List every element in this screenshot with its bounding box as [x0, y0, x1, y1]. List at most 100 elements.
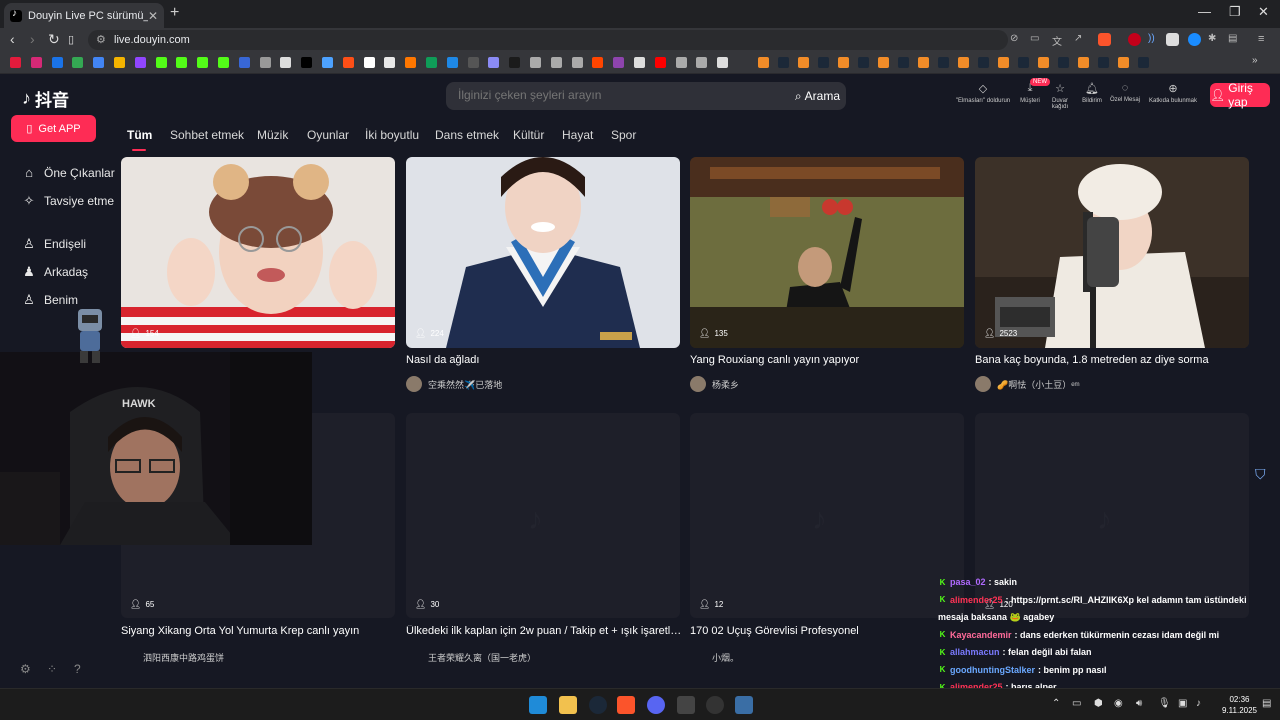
volume-icon[interactable]: 🔊︎: [1136, 698, 1142, 709]
bookmark-favicon-icon[interactable]: [878, 57, 889, 68]
tab-anime[interactable]: İki boyutlu: [365, 128, 419, 142]
bookmark-favicon-icon[interactable]: [1098, 57, 1109, 68]
bookmark-favicon-icon[interactable]: [758, 57, 769, 68]
bookmark-favicon-icon[interactable]: [30, 57, 42, 68]
bookmark-favicon-icon[interactable]: [613, 57, 625, 68]
bookmark-favicon-icon[interactable]: [1078, 57, 1089, 68]
bookmark-favicon-icon[interactable]: [798, 57, 809, 68]
app-icon[interactable]: [735, 696, 753, 714]
douyin-logo[interactable]: ♪ 抖音: [22, 86, 69, 111]
stream-title[interactable]: Yang Rouxiang canlı yayın yapıyor: [690, 354, 966, 366]
bookmark-favicon-icon[interactable]: [717, 57, 729, 68]
mic-icon[interactable]: 🎙︎: [1158, 698, 1171, 709]
bookmark-favicon-icon[interactable]: [696, 57, 708, 68]
bookmark-favicon-icon[interactable]: [818, 57, 829, 68]
tray-overflow-icon[interactable]: ⌃: [1052, 698, 1060, 709]
bookmark-favicon-icon[interactable]: [426, 57, 437, 68]
stream-host[interactable]: 泗阳西康中路鸡蛋饼: [121, 649, 224, 665]
stream-card-thumbnail[interactable]: [690, 157, 964, 348]
file-explorer-icon[interactable]: [559, 696, 577, 714]
brave-shield-icon[interactable]: [1098, 33, 1111, 46]
bookmark-favicon-icon[interactable]: [446, 57, 458, 68]
bookmark-favicon-icon[interactable]: [280, 57, 292, 68]
bookmark-favicon-icon[interactable]: [1118, 57, 1129, 68]
steam-icon[interactable]: [589, 696, 607, 714]
bookmark-favicon-icon[interactable]: [134, 57, 146, 68]
bookmark-favicon-icon[interactable]: [363, 57, 375, 68]
help-icon[interactable]: ?: [74, 662, 81, 676]
speaker-icon[interactable]: ♪: [1196, 698, 1201, 709]
new-tab-button[interactable]: +: [170, 4, 179, 22]
stream-card-thumbnail[interactable]: [975, 157, 1249, 348]
tab-all[interactable]: Tüm: [127, 128, 152, 142]
bookmark-icon[interactable]: ▯: [68, 33, 74, 46]
tab-sports[interactable]: Spor: [611, 128, 636, 142]
bookmark-favicon-icon[interactable]: [384, 57, 396, 68]
bookmark-favicon-icon[interactable]: [1138, 57, 1149, 68]
bookmark-favicon-icon[interactable]: [918, 57, 929, 68]
login-button[interactable]: 👤︎ Giriş yap: [1210, 81, 1270, 109]
stream-card-placeholder[interactable]: ♪: [690, 413, 964, 618]
stream-card-placeholder[interactable]: ♪: [406, 413, 680, 618]
bookmark-favicon-icon[interactable]: [675, 57, 687, 68]
get-app-button[interactable]: ▯ Get APP: [11, 115, 96, 142]
stream-card-thumbnail[interactable]: [121, 157, 395, 348]
bookmark-favicon-icon[interactable]: [342, 57, 354, 68]
search-button[interactable]: ⌕ Arama: [793, 86, 842, 106]
bookmark-favicon-icon[interactable]: [978, 57, 989, 68]
bookmark-favicon-icon[interactable]: [998, 57, 1009, 68]
stream-title[interactable]: Nasıl da ağladı: [406, 354, 682, 366]
bookmark-favicon-icon[interactable]: [155, 57, 167, 68]
bookmark-favicon-icon[interactable]: [778, 57, 789, 68]
bookmark-favicon-icon[interactable]: [218, 57, 229, 68]
maximize-button[interactable]: ❐: [1229, 4, 1241, 20]
bookmark-favicon-icon[interactable]: [898, 57, 909, 68]
stream-title[interactable]: Bana kaç boyunda, 1.8 metreden az diye s…: [975, 354, 1251, 366]
apps-icon[interactable]: ⁘: [47, 662, 57, 676]
stream-host[interactable]: 🥜啊怯（小土豆）ᵉᵐ: [975, 376, 1080, 392]
browser-tab[interactable]: Douyin Live PC sürümü_Douyin ✕: [4, 3, 164, 28]
bookmark-favicon-icon[interactable]: [10, 57, 21, 68]
tab-chat[interactable]: Sohbet etmek: [170, 128, 244, 142]
tab-life[interactable]: Hayat: [562, 128, 593, 142]
taskbar-clock[interactable]: 02:36 9.11.2025: [1222, 694, 1257, 716]
search-input[interactable]: [458, 88, 778, 102]
share-icon[interactable]: ↗: [1074, 33, 1087, 46]
more-bookmarks-icon[interactable]: »: [1252, 55, 1263, 66]
sidebar-item-friends[interactable]: ♟ Arkadaş: [22, 264, 88, 280]
battery-icon[interactable]: ▭: [1072, 698, 1081, 709]
steam-tray-icon[interactable]: ◉: [1114, 698, 1123, 709]
tray-app-icon[interactable]: ⬢: [1094, 698, 1103, 709]
network-icon[interactable]: ▣: [1178, 698, 1187, 709]
bookmark-favicon-icon[interactable]: [301, 57, 313, 68]
bookmark-favicon-icon[interactable]: [405, 57, 417, 68]
discord-icon[interactable]: [647, 696, 665, 714]
bookmark-favicon-icon[interactable]: [571, 57, 583, 68]
window-close-button[interactable]: ✕: [1258, 4, 1269, 20]
site-info-icon[interactable]: ⚙: [96, 33, 106, 46]
bookmark-favicon-icon[interactable]: [592, 57, 604, 68]
bookmark-favicon-icon[interactable]: [322, 57, 333, 68]
start-button-icon[interactable]: [529, 696, 547, 714]
sidebar-item-featured[interactable]: ⌂ Öne Çıkanlar: [22, 165, 115, 180]
ublock-icon[interactable]: [1128, 33, 1141, 46]
tab-music[interactable]: Müzik: [257, 128, 288, 142]
sidebar-item-following[interactable]: ♙ Endişeli: [22, 236, 86, 252]
bookmark-favicon-icon[interactable]: [509, 57, 521, 68]
extension-blue-icon[interactable]: [1188, 33, 1201, 46]
extensions-puzzle-icon[interactable]: ✱: [1208, 33, 1221, 46]
bookmark-favicon-icon[interactable]: [467, 57, 479, 68]
notification-center-icon[interactable]: ▤: [1262, 698, 1271, 709]
bookmark-favicon-icon[interactable]: [488, 57, 500, 68]
bookmark-favicon-icon[interactable]: [858, 57, 869, 68]
bookmark-favicon-icon[interactable]: [1018, 57, 1029, 68]
bookmark-favicon-icon[interactable]: [176, 57, 188, 68]
bookmark-favicon-icon[interactable]: [530, 57, 541, 68]
bookmark-favicon-icon[interactable]: [51, 57, 63, 68]
stream-title[interactable]: 170 02 Uçuş Görevlisi Profesyonel: [690, 625, 966, 637]
tab-close-icon[interactable]: ✕: [148, 9, 158, 23]
bookmark-favicon-icon[interactable]: [1038, 57, 1049, 68]
bookmark-favicon-icon[interactable]: [114, 57, 125, 68]
settings-icon[interactable]: ⚙: [20, 662, 31, 676]
bookmark-favicon-icon[interactable]: [238, 57, 250, 68]
